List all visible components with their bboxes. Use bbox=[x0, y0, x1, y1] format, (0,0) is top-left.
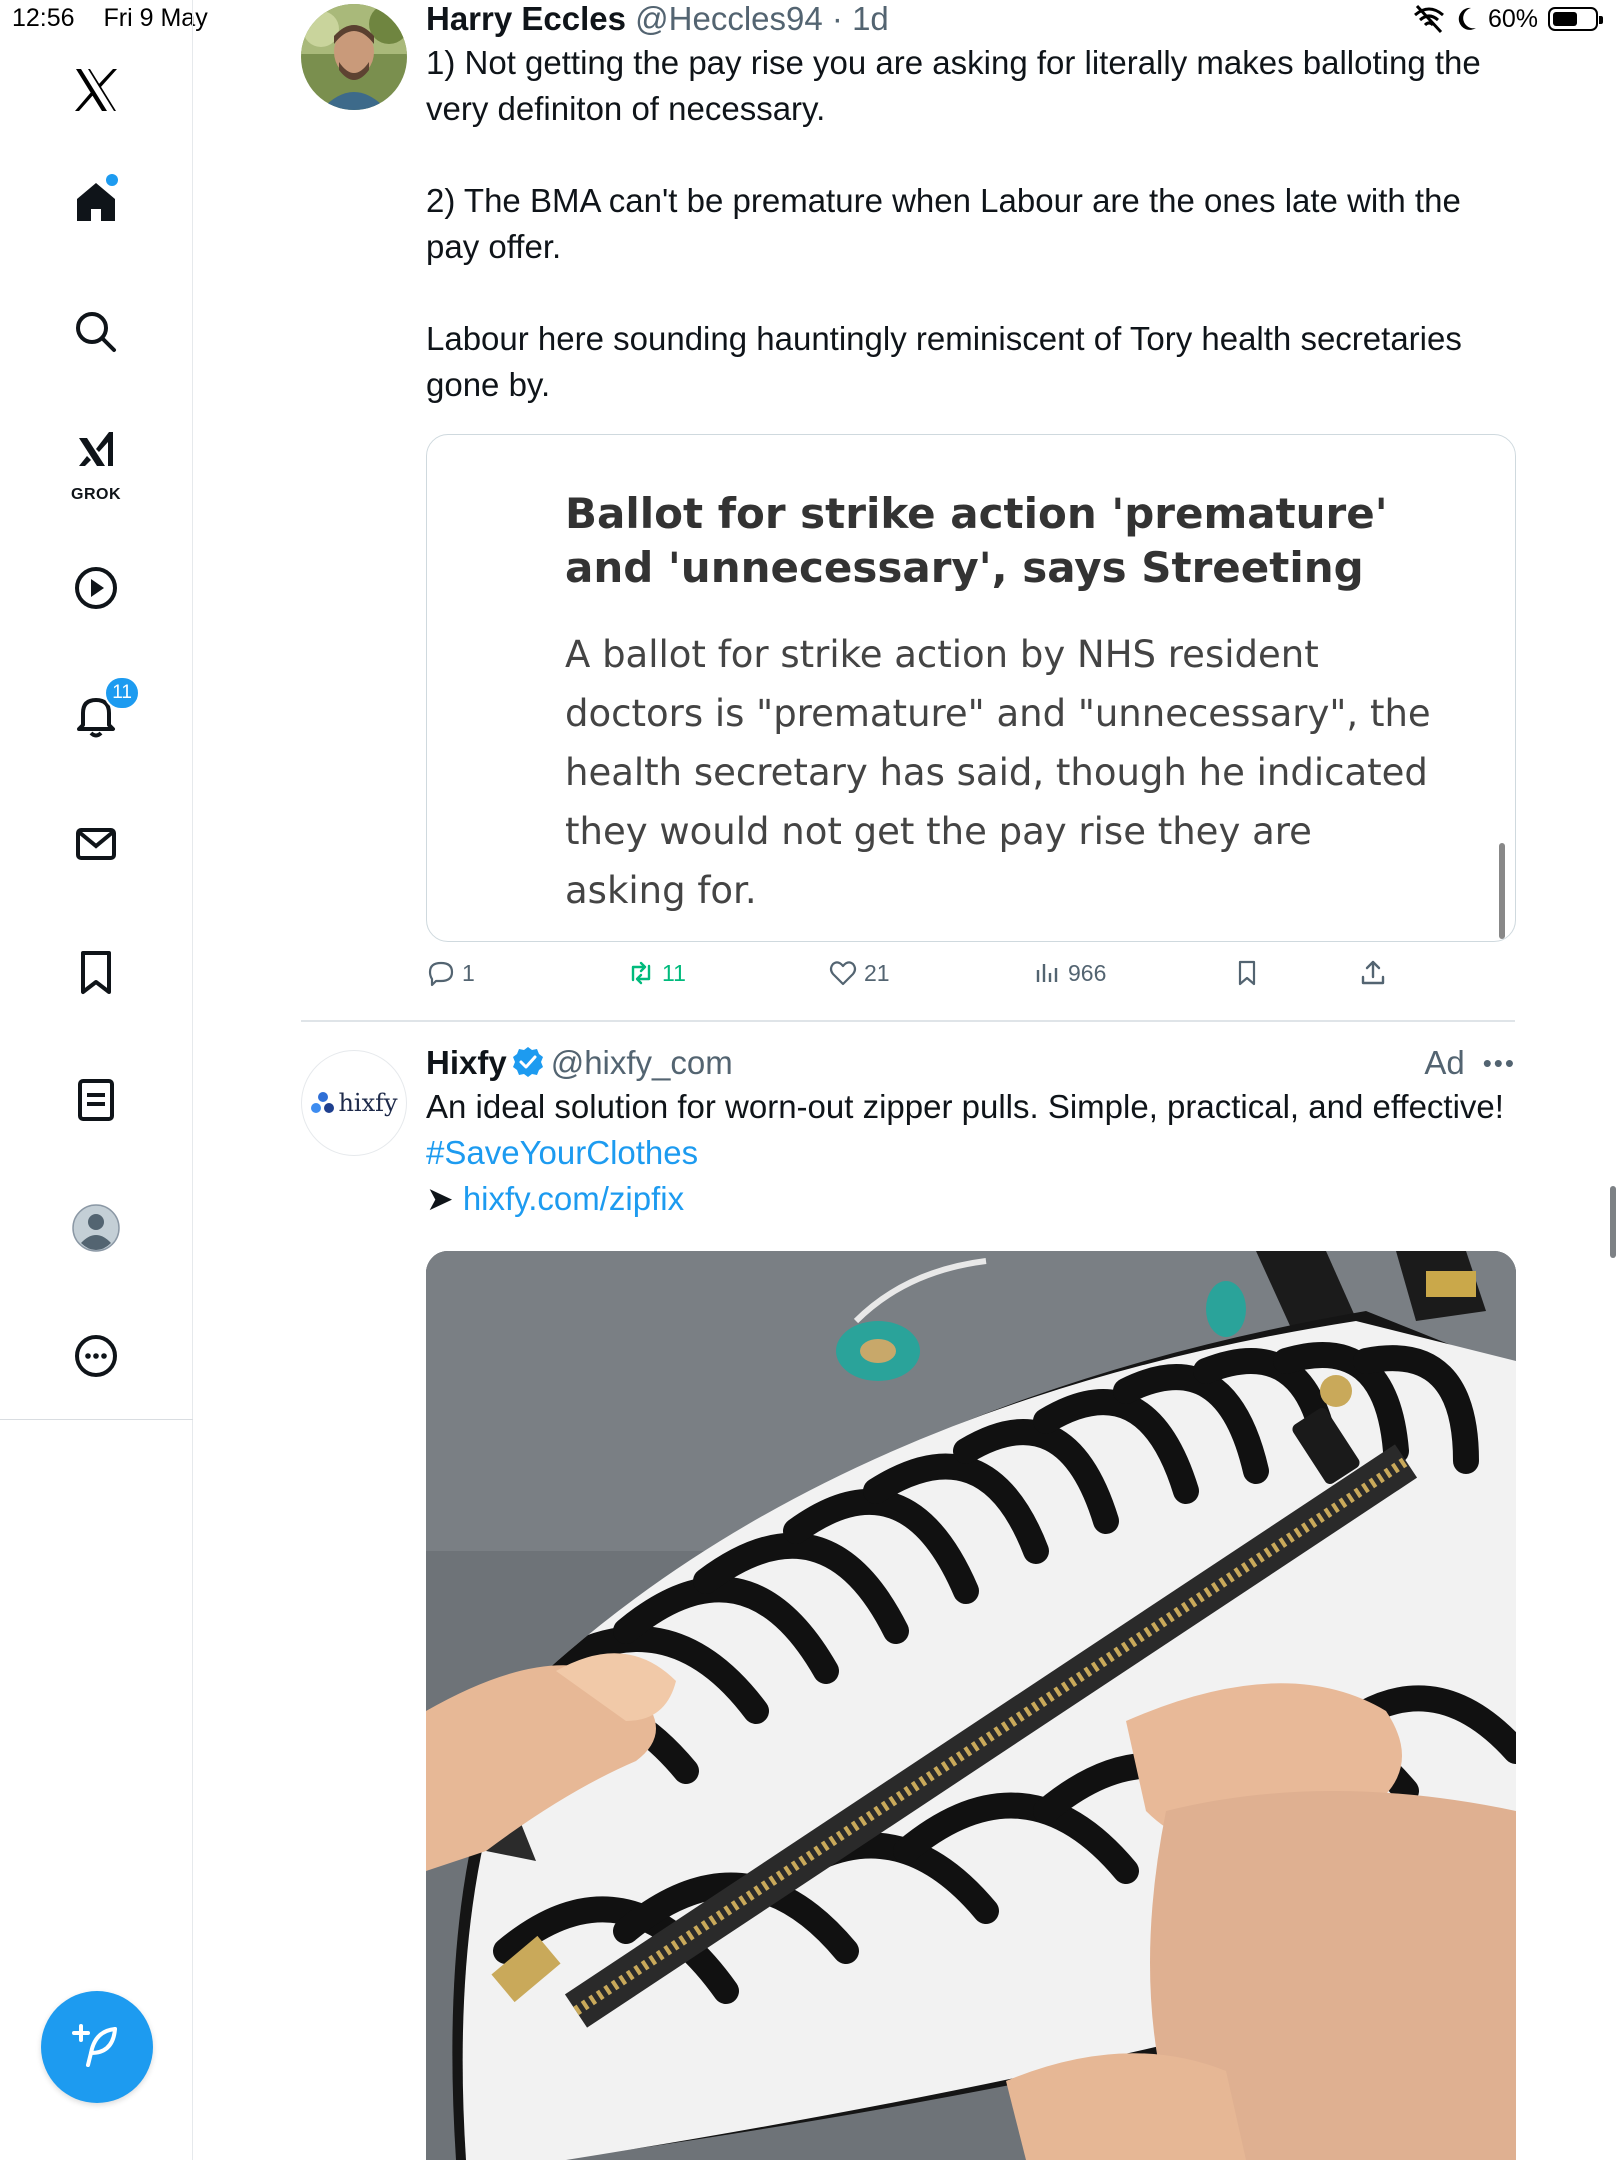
share-icon bbox=[1361, 960, 1385, 985]
like-button[interactable]: 21 bbox=[828, 958, 890, 988]
compose-button[interactable] bbox=[41, 1991, 153, 2103]
avatar-icon bbox=[72, 1204, 120, 1252]
tweet-text: An ideal solution for worn-out zipper pu… bbox=[426, 1084, 1516, 1222]
sidebar-item-home[interactable] bbox=[56, 162, 136, 242]
sidebar-item-messages[interactable] bbox=[56, 804, 136, 884]
tweet-hixfy-ad[interactable]: Hixfy @hixfy_com An ideal solution for w… bbox=[426, 1044, 1516, 1222]
repost-icon bbox=[631, 961, 651, 985]
views-button[interactable]: 966 bbox=[1032, 958, 1106, 988]
ad-video[interactable] bbox=[426, 1251, 1516, 2160]
reply-icon bbox=[428, 961, 454, 987]
link-card[interactable]: Ballot for strike action 'premature' and… bbox=[426, 434, 1516, 942]
tweet-text: 1) Not getting the pay rise you are aski… bbox=[426, 44, 1481, 403]
share-button[interactable] bbox=[1358, 958, 1388, 988]
card-summary: A ballot for strike action by NHS reside… bbox=[565, 633, 1431, 912]
sidebar-item-video[interactable] bbox=[56, 548, 136, 628]
tweet-header: Hixfy @hixfy_com bbox=[426, 1044, 1516, 1082]
tweet-harry-eccles[interactable]: Harry Eccles @Heccles94 · 1d 1) Not gett… bbox=[426, 0, 1516, 408]
list-icon bbox=[78, 1079, 114, 1121]
author-photo bbox=[301, 4, 407, 110]
bookmark-icon bbox=[1238, 960, 1256, 986]
sidebar-item-notifications[interactable]: 11 bbox=[56, 676, 140, 756]
repost-button[interactable]: 11 bbox=[626, 958, 686, 988]
sidebar-divider bbox=[0, 1419, 193, 1420]
grok-icon bbox=[79, 432, 113, 466]
grok-label: GROK bbox=[71, 486, 121, 503]
bookmark-action-button[interactable] bbox=[1232, 958, 1262, 988]
advertiser-avatar[interactable]: hixfy bbox=[301, 1050, 407, 1156]
tweet-author-avatar[interactable] bbox=[301, 4, 407, 110]
compose-icon bbox=[72, 2024, 117, 2067]
x-logo-icon bbox=[75, 69, 117, 111]
card-scrollbar[interactable] bbox=[1499, 843, 1505, 939]
author-name[interactable]: Hixfy bbox=[426, 1044, 507, 1081]
tweet-actions: 1 11 21 966 bbox=[426, 958, 1426, 998]
tweet-header: Harry Eccles @Heccles94 · 1d bbox=[426, 0, 1516, 38]
zebra-bag-image bbox=[426, 1251, 1516, 2160]
more-icon bbox=[75, 1335, 117, 1377]
hashtag-link[interactable]: #SaveYourClothes bbox=[426, 1134, 698, 1171]
battery-icon bbox=[1548, 7, 1603, 31]
view-count: 966 bbox=[1068, 959, 1107, 986]
tweet-divider bbox=[301, 1020, 1515, 1022]
page-scrollbar[interactable] bbox=[1610, 1186, 1616, 1258]
x-logo-button[interactable] bbox=[56, 50, 136, 130]
views-icon bbox=[1036, 964, 1058, 982]
tweet-time[interactable]: · 1d bbox=[832, 0, 889, 37]
sidebar-item-more[interactable] bbox=[56, 1316, 136, 1396]
sidebar: GROK 11 bbox=[0, 0, 193, 2160]
sidebar-item-bookmarks[interactable] bbox=[56, 932, 136, 1012]
verified-badge-icon bbox=[512, 1047, 543, 1078]
ad-text: An ideal solution for worn-out zipper pu… bbox=[426, 1088, 1514, 1125]
search-icon bbox=[76, 312, 116, 352]
reply-button[interactable]: 1 bbox=[426, 958, 475, 988]
author-handle[interactable]: @Heccles94 bbox=[635, 0, 823, 37]
sidebar-item-lists[interactable] bbox=[56, 1060, 136, 1140]
battery-fill bbox=[1553, 12, 1577, 26]
ad-url-link[interactable]: hixfy.com/zipfix bbox=[463, 1180, 684, 1217]
author-name[interactable]: Harry Eccles bbox=[426, 0, 626, 37]
author-handle[interactable]: @hixfy_com bbox=[551, 1044, 733, 1081]
repost-count: 11 bbox=[662, 959, 686, 986]
mail-icon bbox=[76, 828, 116, 860]
sidebar-item-profile[interactable] bbox=[56, 1188, 136, 1268]
notification-badge: 11 bbox=[104, 676, 140, 710]
sidebar-item-grok[interactable]: GROK bbox=[56, 414, 136, 506]
reply-count: 1 bbox=[462, 959, 475, 986]
heart-icon bbox=[829, 961, 857, 986]
play-icon bbox=[75, 567, 117, 609]
home-notification-dot bbox=[106, 174, 118, 186]
card-headline: Ballot for strike action 'premature' and… bbox=[565, 489, 1388, 592]
hixfy-logo-text: hixfy bbox=[338, 1089, 398, 1117]
bookmark-icon bbox=[81, 951, 111, 994]
like-count: 21 bbox=[864, 959, 890, 986]
arrow-glyph: ➤ bbox=[426, 1180, 463, 1217]
sidebar-item-search[interactable] bbox=[56, 292, 136, 372]
hixfy-logo-icon bbox=[311, 1092, 335, 1113]
